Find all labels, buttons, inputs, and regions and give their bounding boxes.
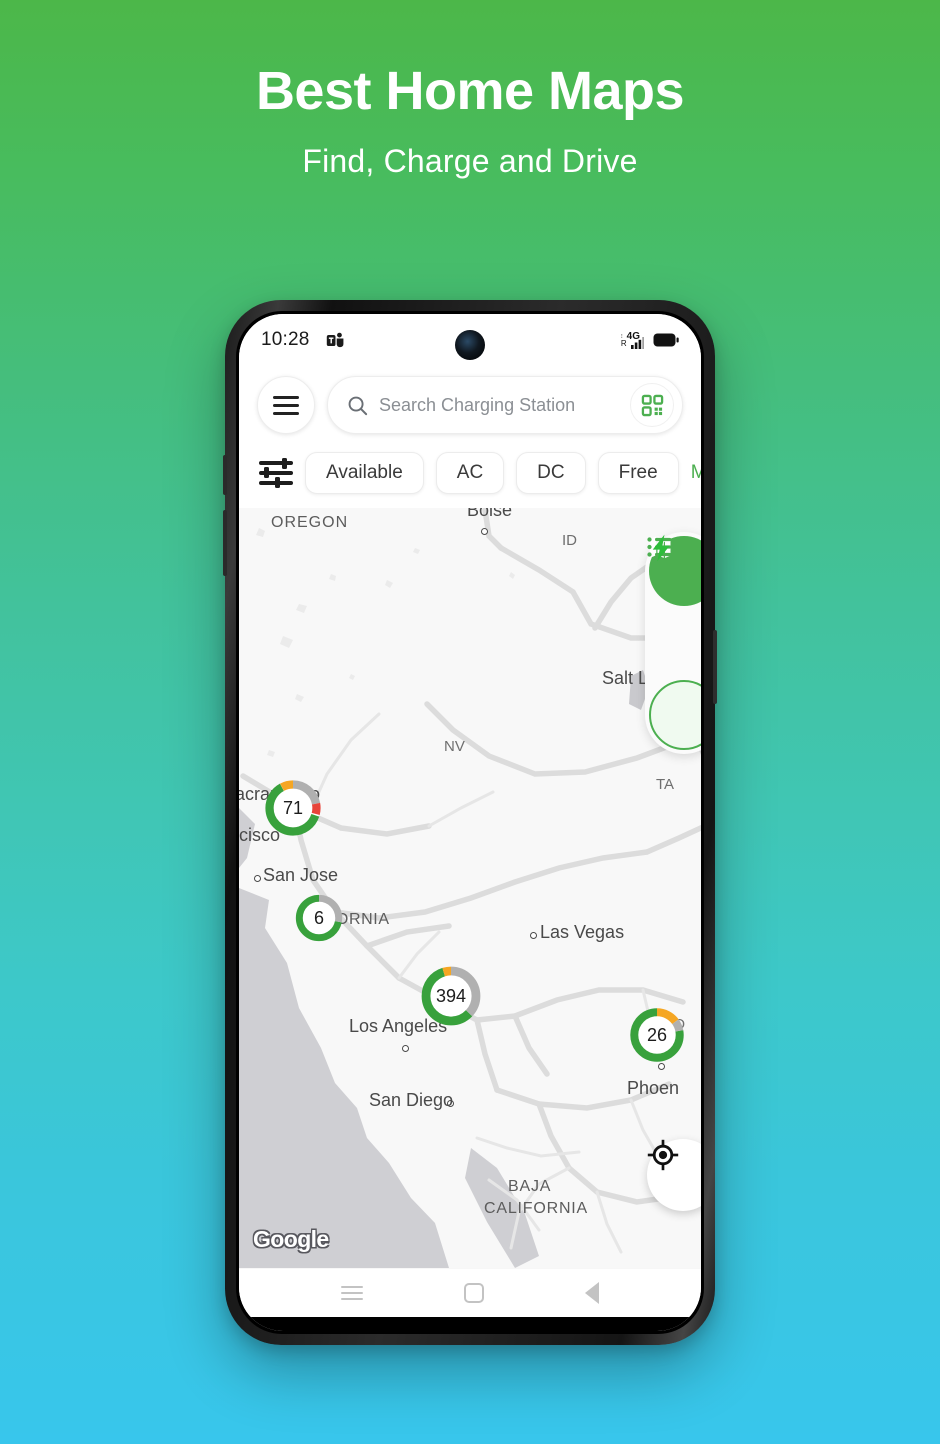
screen-chin (239, 1317, 701, 1331)
map-controls-stack (645, 532, 701, 754)
phone-bezel: 10:28 ⁝ R 4G Search Charging Station Ava… (236, 311, 704, 1334)
filter-chip-available[interactable]: Available (305, 452, 424, 494)
phone-mockup: 10:28 ⁝ R 4G Search Charging Station Ava… (223, 300, 717, 1345)
map-label-phoenix: Phoen (627, 1078, 680, 1098)
map-label-boise: Boise (467, 508, 513, 520)
promo-header: Best Home Maps Find, Charge and Drive (0, 0, 940, 180)
volume-down-button[interactable] (223, 510, 227, 576)
status-time: 10:28 (261, 329, 310, 350)
map-geometry (239, 508, 701, 1268)
search-icon (348, 396, 368, 415)
cluster-marker-71[interactable]: 71 (262, 777, 324, 839)
cluster-count-71: 71 (282, 797, 304, 818)
android-nav-bar (239, 1269, 701, 1317)
battery-full-icon (653, 333, 679, 347)
map-label-oregon: OREGON (271, 514, 349, 531)
search-placeholder: Search Charging Station (379, 394, 576, 415)
cluster-marker-26[interactable]: 26 (627, 1005, 687, 1065)
map-label-san-jose: San Jose (263, 865, 339, 885)
filter-chip-dc[interactable]: DC (516, 452, 586, 494)
cluster-count-394: 394 (435, 985, 467, 1006)
filter-chip-ac[interactable]: AC (435, 452, 505, 494)
cluster-marker-394[interactable]: 394 (418, 963, 484, 1029)
qr-code-scan-icon (641, 394, 663, 416)
map-canvas[interactable]: OREGON Boise ID Salt Lake NV TA acrament… (239, 508, 701, 1269)
filter-chip-row: Available AC DC Free M (239, 442, 701, 508)
search-input[interactable]: Search Charging Station (327, 376, 683, 434)
charging-bolt-icon (652, 534, 670, 562)
page-subtitle: Find, Charge and Drive (302, 143, 638, 180)
map-label-ta: TA (656, 776, 675, 793)
status-indicators: ⁝ R 4G (621, 331, 679, 349)
list-view-button[interactable] (647, 537, 701, 678)
teams-icon (326, 331, 345, 350)
recents-icon[interactable] (341, 1286, 364, 1300)
city-dot-san-jose (254, 875, 261, 882)
phone-screen: 10:28 ⁝ R 4G Search Charging Station Ava… (239, 314, 701, 1331)
map-label-baja: BAJA (508, 1178, 552, 1195)
cluster-marker-6[interactable]: 6 (293, 892, 345, 944)
filter-chip-more[interactable]: M (690, 452, 701, 494)
map-label-id: ID (562, 532, 577, 549)
map-label-las-vegas: Las Vegas (540, 922, 625, 942)
city-dot-boise (481, 528, 488, 535)
filter-chip-free[interactable]: Free (597, 452, 679, 494)
charging-filter-button[interactable] (649, 534, 701, 750)
power-button[interactable] (713, 630, 717, 704)
city-dot-los-angeles (402, 1045, 409, 1052)
volume-up-button[interactable] (223, 455, 227, 495)
network-type-icon: ⁝ R 4G (621, 331, 646, 349)
qr-scan-button[interactable] (630, 383, 674, 427)
home-icon[interactable] (463, 1283, 484, 1303)
cluster-count-6: 6 (313, 907, 324, 928)
map-label-san-diego: San Diego (369, 1090, 454, 1110)
search-bar-row: Search Charging Station (239, 366, 701, 442)
cluster-count-26: 26 (646, 1024, 668, 1045)
page-title: Best Home Maps (255, 61, 685, 121)
back-icon[interactable] (584, 1282, 599, 1304)
hamburger-menu-button[interactable] (257, 376, 315, 434)
hamburger-menu-icon (273, 395, 299, 415)
city-dot-las-vegas (530, 932, 537, 939)
map-label-baja-california: CALIFORNIA (484, 1200, 589, 1217)
filter-sliders-icon[interactable] (259, 457, 293, 488)
google-attribution: Google (253, 1226, 329, 1252)
map-label-nv: NV (444, 738, 465, 755)
front-camera-punch-hole (455, 330, 485, 360)
my-location-crosshair-icon (647, 1139, 679, 1171)
status-bar: 10:28 ⁝ R 4G (239, 314, 701, 366)
